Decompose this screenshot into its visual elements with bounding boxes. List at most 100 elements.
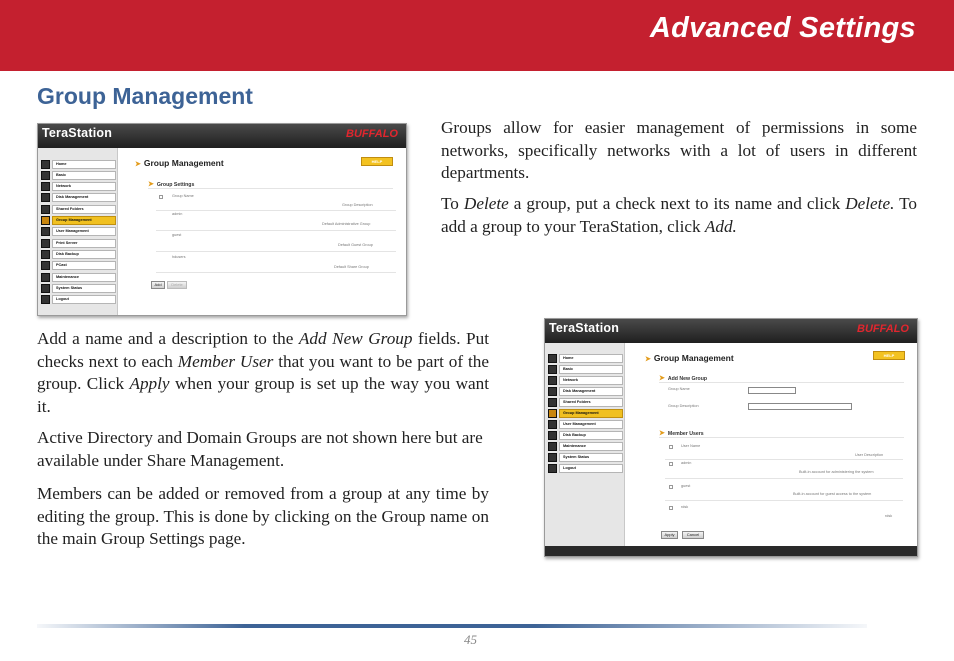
- user-icon: [548, 419, 557, 429]
- divider: [156, 251, 396, 252]
- sidebar-item-disk-backup[interactable]: Disk Backup: [548, 430, 623, 440]
- cancel-button[interactable]: Cancel: [682, 531, 704, 539]
- group-name-admin[interactable]: admin: [172, 212, 182, 216]
- select-all-checkbox[interactable]: [159, 195, 163, 199]
- network-icon: [41, 182, 50, 192]
- paragraph-groups-intro: Groups allow for easier management of pe…: [441, 118, 917, 182]
- add-button[interactable]: Add: [151, 281, 165, 289]
- sidebar-item-disk-backup[interactable]: Disk Backup: [41, 249, 116, 259]
- backup-icon: [41, 249, 50, 259]
- buffalo-logo: BUFFALO: [346, 128, 398, 140]
- user-checkbox-guest[interactable]: [669, 485, 673, 489]
- sidebar-item-label: Group Management: [52, 216, 116, 225]
- group-description-input[interactable]: [748, 403, 852, 410]
- sidebar-item-label: Maintenance: [52, 272, 116, 282]
- panel-title: ➤ Group Management: [135, 158, 224, 168]
- sidebar-item-label: Network: [52, 182, 116, 192]
- help-button[interactable]: HELP: [361, 157, 393, 166]
- divider: [148, 188, 393, 189]
- text-span: Add a name and a description to the: [37, 329, 299, 348]
- user-name-rdsk: rdsk: [681, 505, 689, 509]
- user-name-admin: admin: [681, 461, 692, 465]
- sidebar-item-disk-management[interactable]: Disk Management: [41, 193, 116, 203]
- status-icon: [548, 452, 557, 462]
- header-bar: Advanced Settings: [0, 0, 954, 71]
- sidebar-item-network[interactable]: Network: [548, 375, 623, 385]
- paragraph-edit-members: Members can be added or removed from a g…: [37, 484, 489, 548]
- sidebar-item-system-status[interactable]: System Status: [41, 283, 116, 293]
- paragraph-active-directory: Active Directory and Domain Groups are n…: [37, 428, 483, 470]
- sidebar-item-basic[interactable]: Basic: [548, 364, 623, 374]
- term-delete: Delete: [463, 194, 509, 213]
- sidebar-item-home[interactable]: Home: [41, 159, 116, 169]
- arrow-icon: ➤: [148, 181, 154, 188]
- sidebar-item-label: System Status: [52, 283, 116, 293]
- group-name-guest[interactable]: guest: [172, 233, 181, 237]
- sidebar-item-shared-folders[interactable]: Shared Folders: [41, 204, 116, 214]
- sidebar-item-label: Basic: [559, 364, 623, 374]
- sidebar-item-label: Basic: [52, 170, 116, 180]
- delete-button[interactable]: Delete: [167, 281, 187, 289]
- sidebar-item-logout[interactable]: Logout: [548, 463, 623, 473]
- sidebar-item-print-server[interactable]: Print Server: [41, 238, 116, 248]
- status-icon: [41, 283, 50, 293]
- terastation-logo: TeraStation: [42, 126, 113, 140]
- user-checkbox-admin[interactable]: [669, 462, 673, 466]
- arrow-icon: ➤: [135, 161, 141, 168]
- user-desc-admin: Built-in account for administering the s…: [799, 470, 874, 474]
- folder-icon: [41, 204, 50, 214]
- screenshot-add-new-group: TeraStation BUFFALO Home Basic Network D…: [544, 318, 918, 557]
- sidebar-item-user-management[interactable]: User Management: [548, 419, 623, 429]
- user-checkbox-rdsk[interactable]: [669, 506, 673, 510]
- home-icon: [548, 353, 557, 363]
- divider: [156, 210, 396, 211]
- network-icon: [548, 375, 557, 385]
- sidebar-item-label: Logout: [52, 295, 116, 305]
- sidebar-item-label: Disk Backup: [52, 249, 116, 259]
- sidebar-item-label: User Management: [559, 419, 623, 429]
- sidebar-item-shared-folders[interactable]: Shared Folders: [548, 397, 623, 407]
- sidebar-item-label: Network: [559, 375, 623, 385]
- sidebar-item-maintenance[interactable]: Maintenance: [41, 272, 116, 282]
- section-title: Group Management: [37, 83, 253, 109]
- page-number: 45: [464, 632, 477, 647]
- select-all-users-checkbox[interactable]: [669, 445, 673, 449]
- sidebar-item-logout[interactable]: Logout: [41, 295, 116, 305]
- user-icon: [41, 227, 50, 237]
- group-name-input[interactable]: [748, 387, 796, 394]
- buffalo-logo: BUFFALO: [857, 323, 909, 335]
- add-new-group-heading: ➤ Add New Group: [659, 374, 707, 382]
- terastation-logo: TeraStation: [549, 321, 620, 335]
- sidebar-item-maintenance[interactable]: Maintenance: [548, 441, 623, 451]
- sidebar-item-label: Shared Folders: [559, 397, 623, 407]
- divider: [665, 459, 903, 460]
- sidebar-item-label: Group Management: [559, 408, 623, 418]
- terastation-header: TeraStation BUFFALO: [38, 124, 406, 148]
- group-settings-heading: ➤ Group Settings: [148, 180, 194, 188]
- sidebar-item-disk-management[interactable]: Disk Management: [548, 386, 623, 396]
- divider: [156, 272, 396, 273]
- group-name-hdusers[interactable]: hdusers: [172, 255, 186, 259]
- sidebar-item-group-management[interactable]: Group Management: [41, 216, 116, 226]
- sidebar-item-basic[interactable]: Basic: [41, 170, 116, 180]
- sidebar-item-network[interactable]: Network: [41, 182, 116, 192]
- sidebar-item-pcast[interactable]: PCast: [41, 261, 116, 271]
- sidebar-item-label: Logout: [559, 463, 623, 473]
- apply-button[interactable]: Apply: [661, 531, 678, 539]
- sidebar-item-user-management[interactable]: User Management: [41, 227, 116, 237]
- screenshot-group-settings: TeraStation BUFFALO Home Basic Network D…: [37, 123, 407, 316]
- sidebar-item-label: Disk Backup: [559, 430, 623, 440]
- sidebar-item-system-status[interactable]: System Status: [548, 452, 623, 462]
- printer-icon: [41, 238, 50, 248]
- paragraph-add-new-group: Add a name and a description to the Add …: [37, 328, 489, 418]
- term-apply: Apply: [129, 374, 170, 393]
- basic-icon: [548, 364, 557, 374]
- sidebar-item-group-management[interactable]: Group Management: [548, 408, 623, 418]
- folder-icon: [548, 397, 557, 407]
- terastation-sidebar: Home Basic Network Disk Management Share…: [38, 148, 118, 315]
- arrow-icon: ➤: [659, 430, 665, 437]
- sidebar-item-label: Home: [52, 159, 116, 169]
- sidebar-item-home[interactable]: Home: [548, 353, 623, 363]
- help-button[interactable]: HELP: [873, 351, 905, 360]
- divider: [665, 478, 903, 479]
